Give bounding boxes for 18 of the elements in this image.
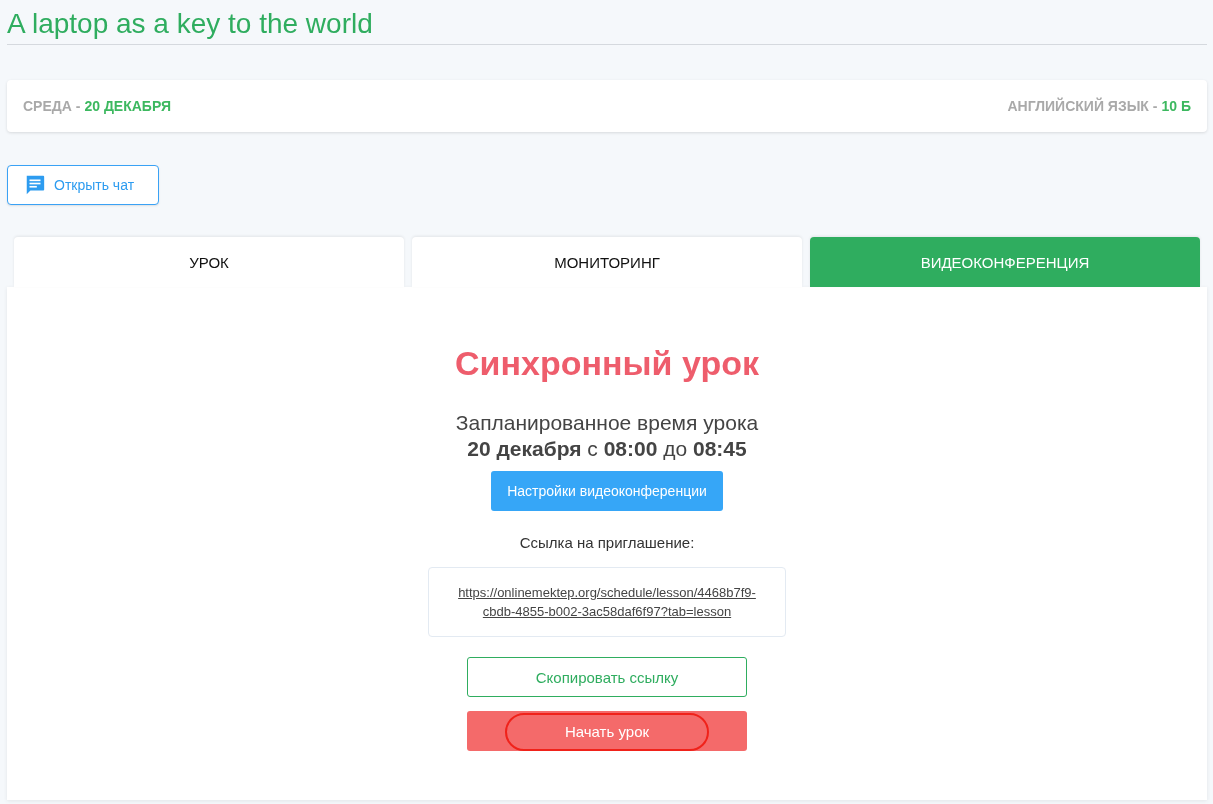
subject-label: АНГЛИЙСКИЙ ЯЗЫК - [1007,98,1158,114]
page-title: A laptop as a key to the world [7,8,374,40]
tab[interactable]: МОНИТОРИНГ [412,237,802,287]
schedule-time: 20 декабря с 08:00 до 08:45 [467,436,747,462]
invite-link[interactable]: https://onlinemektep.org/schedule/lesson/4468b7f9-cbdb-4855-b002-3ac58daf6f97?tab=lesson [454,583,760,621]
open-chat-button[interactable]: Открыть чат [7,165,159,205]
day-label: СРЕДА - [23,98,81,114]
chat-icon [24,174,46,196]
video-settings-button[interactable]: Настройки видеоконференции [491,471,723,511]
start-lesson-button[interactable]: Начать урок [467,711,747,751]
lesson-heading: Синхронный урок [455,343,759,383]
tab[interactable]: ВИДЕОКОНФЕРЕНЦИЯ [810,237,1200,287]
class-text: 10 Б [1161,98,1191,114]
copy-link-button[interactable]: Скопировать ссылку [467,657,747,697]
schedule-label: Запланированное время урока [455,410,759,436]
date-text: 20 ДЕКАБРЯ [84,98,171,114]
invite-label: Ссылка на приглашение: [519,534,695,551]
tab[interactable]: УРОК [14,237,404,287]
